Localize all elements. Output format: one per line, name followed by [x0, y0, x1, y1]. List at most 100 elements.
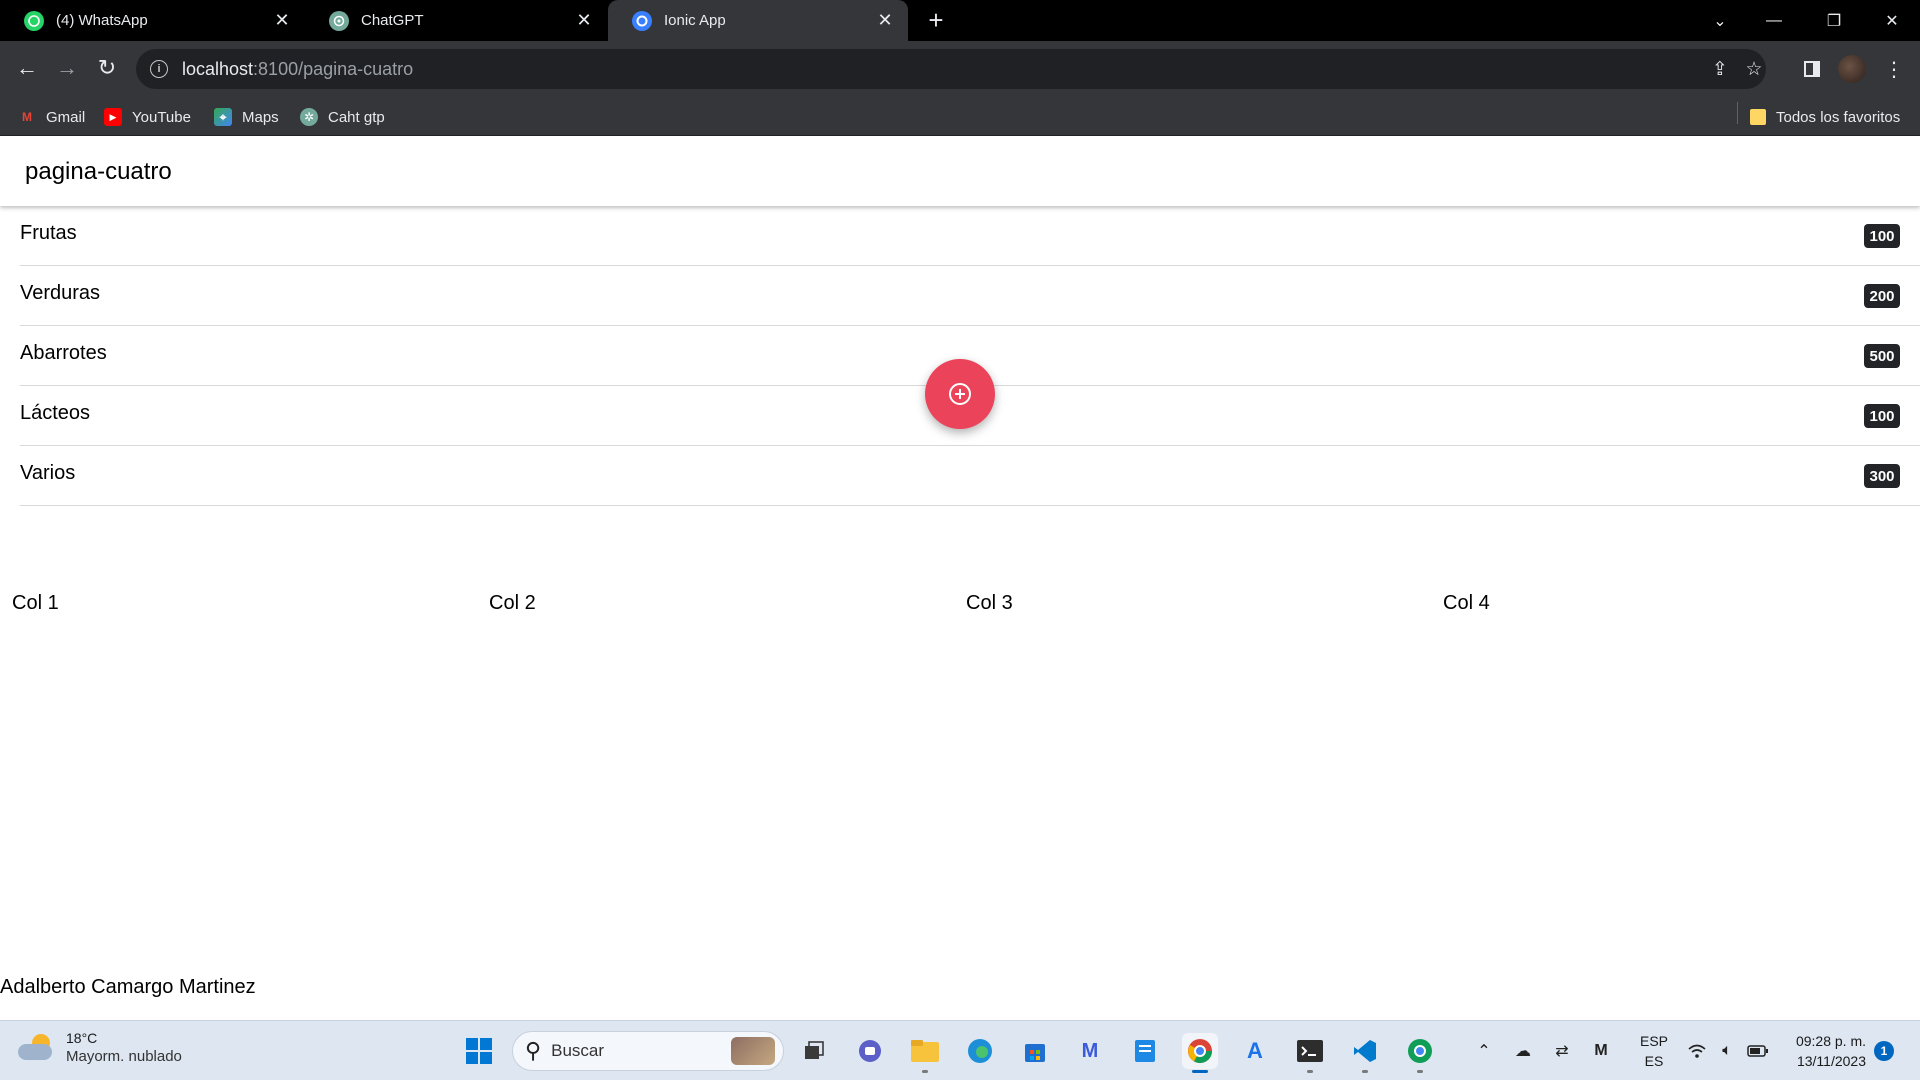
bookmark-caht-gtp[interactable]: ✲ Caht gtp — [300, 98, 385, 136]
clock-time: 09:28 p. m. — [1795, 1033, 1866, 1049]
tab-whatsapp[interactable]: (4) WhatsApp ✕ — [0, 0, 305, 41]
notepad-icon[interactable] — [1127, 1033, 1163, 1069]
all-bookmarks-label: Todos los favoritos — [1776, 108, 1901, 126]
bookmark-gmail[interactable]: M Gmail — [18, 98, 85, 136]
maps-icon: ⌖ — [214, 108, 232, 126]
grid-column: Col 1 — [12, 592, 59, 614]
site-info-icon[interactable]: i — [150, 60, 168, 78]
bookmark-youtube[interactable]: ▶ YouTube — [104, 98, 191, 136]
list-item[interactable]: Frutas 100 — [20, 206, 1920, 266]
list-item-label: Frutas — [20, 222, 77, 244]
ionic-icon — [632, 10, 652, 31]
folder-icon — [1750, 109, 1766, 125]
system-clock[interactable]: 09:28 p. m. 13/11/2023 — [1786, 1031, 1866, 1071]
bookmark-maps[interactable]: ⌖ Maps — [214, 98, 279, 136]
whatsapp-icon — [24, 10, 44, 31]
address-bar[interactable]: i localhost:8100/pagina-cuatro ⇪ ☆ — [136, 49, 1766, 89]
bookmarks-separator — [1737, 102, 1738, 124]
all-bookmarks-folder[interactable]: Todos los favoritos — [1750, 98, 1900, 136]
vscode-icon[interactable] — [1347, 1033, 1383, 1073]
search-icon: ⚲ — [525, 1038, 542, 1063]
chatgpt-icon — [329, 10, 349, 31]
tab-ionic-app[interactable]: Ionic App ✕ — [608, 0, 908, 41]
count-badge: 500 — [1864, 344, 1900, 368]
grid-column: Col 4 — [1443, 592, 1490, 614]
teams-chat-icon[interactable] — [852, 1033, 888, 1069]
minimize-button[interactable]: — — [1746, 0, 1802, 41]
back-button[interactable]: ← — [11, 52, 43, 84]
windows-start-icon[interactable] — [461, 1033, 497, 1069]
clock-date: 13/11/2023 — [1796, 1053, 1866, 1069]
show-hidden-icons-chevron[interactable]: ⌃ — [1470, 1035, 1498, 1067]
forward-button[interactable]: → — [51, 52, 83, 84]
address-path: :8100/pagina-cuatro — [253, 58, 414, 79]
weather-condition: Mayorm. nublado — [66, 1048, 182, 1065]
bookmark-label: Caht gtp — [328, 108, 385, 126]
grid-column: Col 3 — [966, 592, 1013, 614]
input-language-indicator[interactable]: ESP ES — [1638, 1031, 1670, 1071]
bookmarks-bar: M Gmail ▶ YouTube ⌖ Maps ✲ Caht gtp Todo… — [0, 98, 1920, 136]
count-badge: 200 — [1864, 284, 1900, 308]
page-header: pagina-cuatro — [0, 136, 1920, 206]
weather-widget[interactable]: 18°C Mayorm. nublado — [18, 1029, 182, 1067]
side-panel-icon[interactable] — [1796, 53, 1828, 85]
add-circle-outline-icon — [949, 383, 971, 405]
column-grid: Col 1 Col 2 Col 3 Col 4 — [0, 592, 1920, 632]
youtube-icon: ▶ — [104, 108, 122, 126]
list-item-label: Varios — [20, 462, 76, 484]
sync-arrows-icon[interactable]: ⇄ — [1548, 1035, 1576, 1067]
search-placeholder: Buscar — [551, 1041, 605, 1060]
tab-chatgpt[interactable]: ChatGPT ✕ — [305, 0, 607, 41]
tab-search-chevron-icon[interactable]: ⌄ — [1692, 0, 1748, 41]
list-item[interactable]: Verduras 200 — [20, 266, 1920, 326]
close-tab-icon[interactable]: ✕ — [269, 8, 295, 34]
page-title: pagina-cuatro — [25, 158, 172, 185]
weather-temperature: 18°C — [66, 1030, 98, 1046]
chrome-icon[interactable] — [1182, 1033, 1218, 1073]
microsoft-store-icon[interactable] — [1017, 1033, 1053, 1069]
close-tab-icon[interactable]: ✕ — [872, 8, 898, 34]
keyboard-layout-code: ES — [1644, 1053, 1664, 1069]
browser-toolbar: ← → ↻ i localhost:8100/pagina-cuatro ⇪ ☆… — [0, 41, 1920, 98]
list-item-label: Abarrotes — [20, 342, 107, 364]
tab-title: ChatGPT — [361, 12, 424, 29]
wifi-icon[interactable] — [1684, 1035, 1710, 1067]
battery-icon[interactable] — [1744, 1035, 1772, 1067]
bookmark-star-icon[interactable]: ☆ — [1742, 57, 1766, 81]
menu-kebab-icon[interactable]: ⋮ — [1878, 53, 1910, 85]
edge-browser-icon[interactable] — [962, 1033, 998, 1069]
bookmark-label: YouTube — [132, 108, 191, 126]
item-list: Frutas 100 Verduras 200 Abarrotes 500 Lá… — [0, 206, 1920, 506]
fab-add-button[interactable] — [925, 359, 995, 429]
meter-app-icon[interactable]: M — [1586, 1035, 1616, 1067]
grid-column: Col 2 — [489, 592, 536, 614]
translate-app-icon[interactable]: A — [1237, 1033, 1273, 1069]
chrome-profile-icon[interactable] — [1402, 1033, 1438, 1073]
terminal-icon[interactable] — [1292, 1033, 1328, 1073]
list-item[interactable]: Varios 300 — [20, 446, 1920, 506]
profile-avatar[interactable] — [1838, 55, 1866, 83]
footer-author-name: Adalberto Camargo Martinez — [0, 976, 256, 998]
new-tab-button[interactable]: + — [922, 5, 950, 35]
mail-app-icon[interactable]: M — [1072, 1033, 1108, 1069]
file-explorer-icon[interactable] — [907, 1033, 943, 1073]
address-host: localhost — [182, 58, 254, 79]
share-icon[interactable]: ⇪ — [1708, 57, 1732, 81]
ionic-page: pagina-cuatro Frutas 100 Verduras 200 Ab… — [0, 136, 1920, 1020]
taskbar-search-box[interactable]: ⚲ Buscar — [512, 1031, 784, 1071]
count-badge: 100 — [1864, 224, 1900, 248]
windows-taskbar: 18°C Mayorm. nublado ⚲ Buscar M A ⌃ ☁ ⇄ … — [0, 1020, 1920, 1080]
notification-badge[interactable]: 1 — [1874, 1041, 1894, 1061]
language-code: ESP — [1639, 1033, 1668, 1049]
count-badge: 100 — [1864, 404, 1900, 428]
close-tab-icon[interactable]: ✕ — [571, 8, 597, 34]
count-badge: 300 — [1864, 464, 1900, 488]
list-item-label: Lácteos — [20, 402, 91, 424]
onedrive-cloud-icon[interactable]: ☁ — [1508, 1035, 1538, 1067]
restore-button[interactable]: ❐ — [1806, 0, 1862, 41]
reload-button[interactable]: ↻ — [91, 52, 123, 84]
volume-icon[interactable]: 🔈︎ — [1714, 1035, 1740, 1067]
tab-title: (4) WhatsApp — [56, 12, 148, 29]
task-view-icon[interactable] — [796, 1033, 832, 1069]
close-window-button[interactable]: ✕ — [1864, 0, 1920, 41]
